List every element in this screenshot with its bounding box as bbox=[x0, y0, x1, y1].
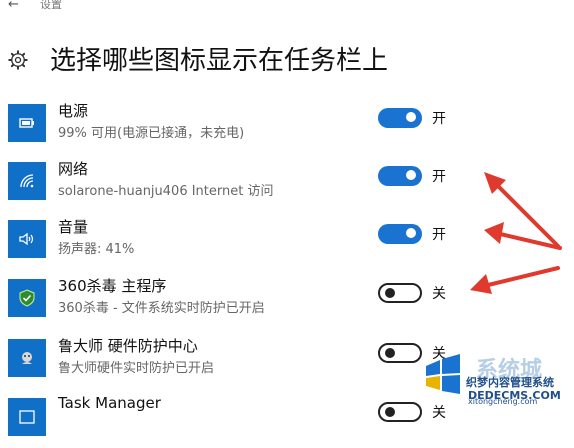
back-button[interactable]: ← bbox=[8, 0, 19, 12]
item-name: 鲁大师 硬件防护中心 bbox=[58, 337, 198, 355]
watermark-line1: 织梦内容管理系统 bbox=[466, 376, 554, 389]
antivirus-toggle[interactable] bbox=[378, 283, 422, 303]
volume-toggle[interactable] bbox=[378, 224, 422, 244]
toggle-state: 开 bbox=[432, 111, 446, 127]
item-name: 网络 bbox=[58, 160, 89, 178]
item-detail: solarone-huanju406 Internet 访问 bbox=[58, 184, 274, 199]
battery-icon bbox=[19, 118, 34, 128]
shield-icon bbox=[19, 289, 35, 307]
page-title: 选择哪些图标显示在任务栏上 bbox=[50, 46, 389, 76]
item-name: 360杀毒 主程序 bbox=[58, 277, 167, 295]
windows-logo-icon bbox=[426, 354, 460, 394]
watermark: 系统城 织梦内容管理系统 DEDECMS.COM xitongcheng.com bbox=[410, 352, 574, 406]
task-manager-icon bbox=[19, 410, 35, 424]
annotation-arrow-icon bbox=[470, 266, 560, 294]
item-name: Task Manager bbox=[58, 394, 161, 412]
network-tile bbox=[8, 162, 46, 200]
toggle-state: 开 bbox=[432, 227, 446, 243]
item-detail: 鲁大师硬件实时防护已开启 bbox=[58, 361, 215, 376]
power-toggle[interactable] bbox=[378, 108, 422, 128]
toggle-knob bbox=[385, 407, 395, 417]
item-detail: 99% 可用(电源已接通，未充电) bbox=[58, 126, 245, 141]
toggle-knob bbox=[406, 170, 416, 180]
antivirus-tile bbox=[8, 279, 46, 317]
item-name: 音量 bbox=[58, 218, 89, 236]
volume-tile bbox=[8, 220, 46, 258]
toggle-knob bbox=[385, 348, 395, 358]
power-tile bbox=[8, 104, 46, 142]
task-manager-toggle[interactable] bbox=[378, 402, 422, 422]
ludashi-tile bbox=[8, 339, 46, 377]
app-title: 设置 bbox=[40, 0, 62, 11]
toggle-knob bbox=[406, 228, 416, 238]
ludashi-icon bbox=[22, 352, 32, 364]
speaker-icon bbox=[19, 232, 34, 246]
toggle-knob bbox=[406, 112, 416, 122]
item-name: 电源 bbox=[58, 102, 89, 120]
annotation-arrow-icon bbox=[484, 222, 562, 250]
toggle-knob bbox=[385, 288, 395, 298]
toggle-state: 开 bbox=[432, 169, 446, 185]
network-toggle[interactable] bbox=[378, 166, 422, 186]
title-bar: ← 设置 bbox=[0, 0, 574, 14]
item-detail: 扬声器: 41% bbox=[58, 242, 135, 257]
gear-icon bbox=[8, 50, 28, 70]
task-manager-tile bbox=[8, 398, 46, 436]
toggle-state: 关 bbox=[432, 405, 446, 421]
item-detail: 360杀毒 - 文件系统实时防护已开启 bbox=[58, 301, 265, 316]
toggle-state: 关 bbox=[432, 286, 446, 302]
list-item-power: 电源 99% 可用(电源已接通，未充电) 开 bbox=[0, 102, 574, 154]
wifi-icon bbox=[20, 174, 34, 188]
